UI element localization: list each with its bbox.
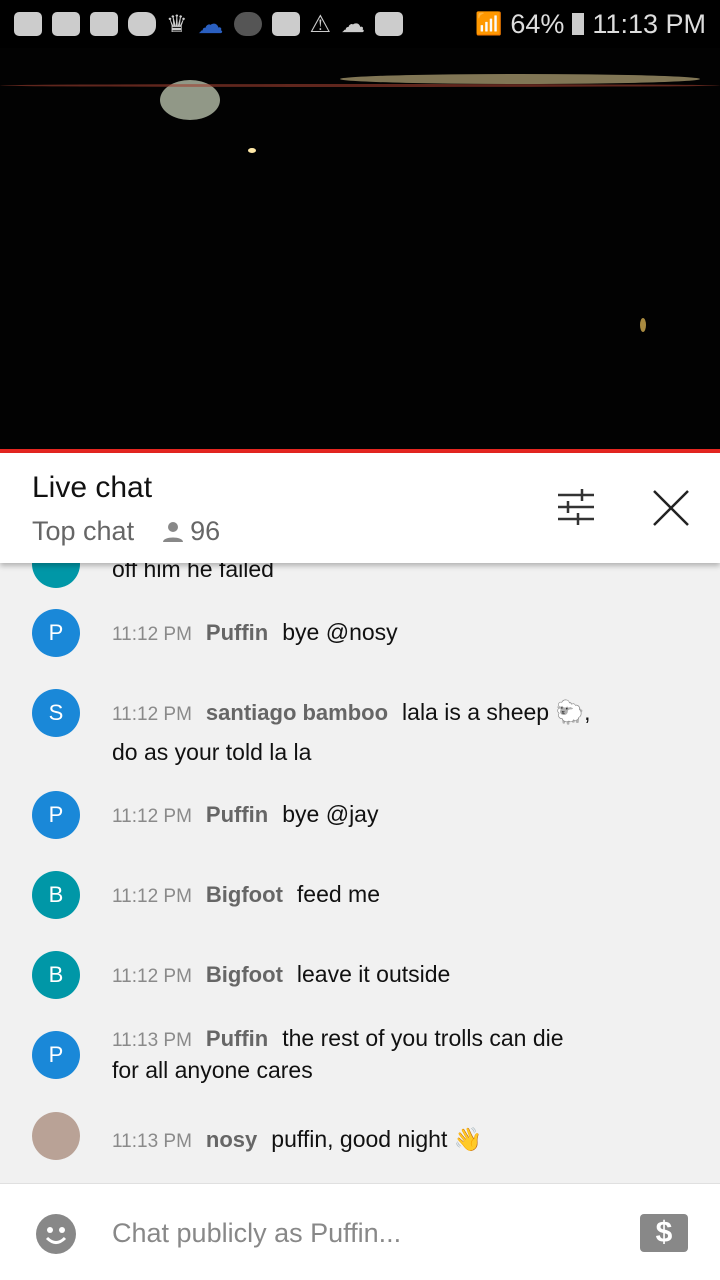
avatar[interactable]: P	[32, 609, 80, 657]
chat-input[interactable]: Chat publicly as Puffin...	[112, 1218, 401, 1249]
notification-icons: ♛ ☁ ⚠ ☁	[14, 8, 404, 40]
message-author[interactable]: Bigfoot	[206, 882, 283, 907]
filter-icon[interactable]	[556, 489, 596, 525]
message-author[interactable]: Puffin	[206, 802, 268, 827]
message-text-continued: for all anyone cares	[112, 1057, 313, 1083]
message-time: 11:12 PM	[112, 966, 192, 987]
clock: 11:13 PM	[592, 8, 706, 39]
message-time: 11:12 PM	[112, 624, 192, 645]
avatar[interactable]	[32, 1112, 80, 1160]
cloud-icon: ☁	[341, 10, 366, 38]
message-text: bye @nosy	[282, 619, 398, 645]
warning-icon: ⚠	[309, 10, 332, 38]
avatar[interactable]: P	[32, 791, 80, 839]
youtube-icon	[52, 12, 80, 36]
m-app-icon	[128, 12, 156, 36]
message-author[interactable]: Bigfoot	[206, 962, 283, 987]
viewer-count: 96	[162, 516, 220, 547]
viewer-count-value: 96	[190, 516, 221, 546]
avatar[interactable]: P	[32, 1031, 80, 1079]
crown-icon: ♛	[166, 10, 188, 38]
message-icon	[14, 12, 42, 36]
folder-icon	[271, 12, 300, 36]
chat-input-bar: Chat publicly as Puffin... $	[0, 1183, 720, 1280]
cloud-outline-icon: ☁	[197, 8, 224, 39]
super-chat-button[interactable]: $	[640, 1214, 688, 1252]
message-author[interactable]: Puffin	[206, 1026, 268, 1051]
message-text-continued: do as your told la la	[112, 739, 312, 765]
message-author[interactable]: Puffin	[206, 620, 268, 645]
chat-title: Live chat	[32, 471, 153, 504]
message-text: puffin, good night 👋	[271, 1126, 483, 1152]
battery-icon	[572, 13, 585, 35]
message-author[interactable]: nosy	[206, 1127, 257, 1152]
video-player[interactable]	[0, 48, 720, 450]
emoji-icon[interactable]	[36, 1214, 76, 1254]
avatar[interactable]: B	[32, 951, 80, 999]
youtube-icon	[90, 12, 118, 36]
wifi-icon: 📶	[474, 11, 503, 36]
close-icon[interactable]	[652, 489, 690, 527]
message-text: bye @jay	[282, 801, 379, 827]
image-icon	[375, 12, 404, 36]
person-icon	[163, 521, 184, 542]
message-text: lala is a sheep 🐑,	[402, 699, 591, 725]
message-text: feed me	[296, 881, 380, 907]
chat-header: Live chat Top chat 96	[0, 453, 720, 563]
message-text: leave it outside	[296, 961, 451, 987]
avatar[interactable]: S	[32, 689, 80, 737]
status-bar: ♛ ☁ ⚠ ☁ 📶 64% 11:13 PM	[0, 0, 720, 48]
message-time: 11:13 PM	[112, 1030, 192, 1051]
chat-mode-dropdown[interactable]: Top chat	[32, 516, 134, 547]
avatar[interactable]: B	[32, 871, 80, 919]
message-text: the rest of you trolls can die	[282, 1025, 564, 1051]
message-time: 11:12 PM	[112, 886, 192, 907]
m-app-icon	[233, 12, 262, 36]
message-time: 11:13 PM	[112, 1131, 192, 1152]
battery-percent: 64%	[510, 8, 565, 39]
message-author[interactable]: santiago bamboo	[206, 700, 388, 725]
message-time: 11:12 PM	[112, 704, 192, 725]
message-time: 11:12 PM	[112, 806, 192, 827]
